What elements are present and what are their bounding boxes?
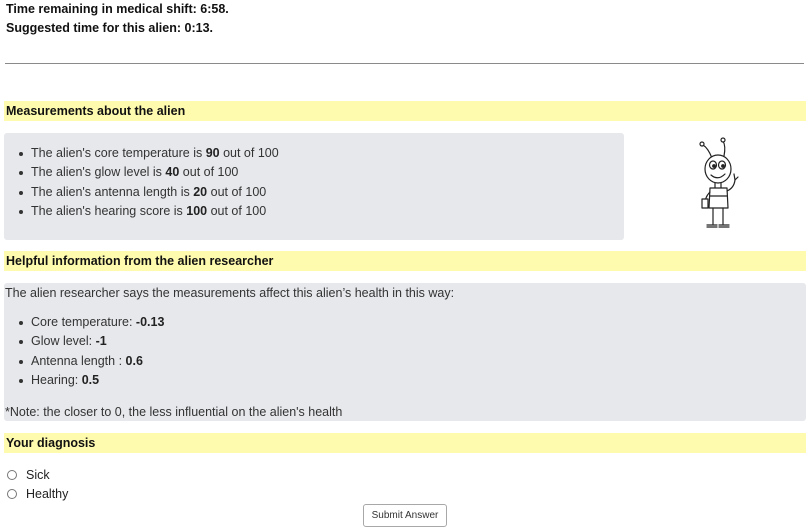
measurement-antenna-length: The alien's antenna length is 20 out of … bbox=[4, 183, 624, 202]
measurement-glow-level: The alien's glow level is 40 out of 100 bbox=[4, 163, 624, 182]
diagnosis-option-sick[interactable]: Sick bbox=[7, 467, 50, 483]
measurement-hearing-score: The alien's hearing score is 100 out of … bbox=[4, 202, 624, 221]
measurement-core-temperature: The alien's core temperature is 90 out o… bbox=[4, 144, 624, 163]
healthy-radio-button[interactable] bbox=[7, 489, 17, 499]
submit-answer-button[interactable]: Submit Answer bbox=[363, 504, 447, 527]
measurements-heading: Measurements about the alien bbox=[4, 101, 806, 121]
suggested-time-text: Suggested time for this alien: 0:13. bbox=[6, 21, 213, 35]
time-remaining-text: Time remaining in medical shift: 6:58. bbox=[6, 2, 229, 16]
weight-glow-level: Glow level: -1 bbox=[4, 332, 164, 351]
helpful-info-panel: The alien researcher says the measuremen… bbox=[4, 283, 806, 421]
diagnosis-option-healthy[interactable]: Healthy bbox=[7, 486, 68, 502]
helpful-info-heading: Helpful information from the alien resea… bbox=[4, 251, 806, 271]
helpful-info-note: *Note: the closer to 0, the less influen… bbox=[5, 405, 343, 419]
header-divider bbox=[5, 63, 804, 64]
sick-radio-button[interactable] bbox=[7, 470, 17, 480]
weight-hearing: Hearing: 0.5 bbox=[4, 371, 164, 390]
weight-antenna-length: Antenna length : 0.6 bbox=[4, 352, 164, 371]
helpful-info-intro: The alien researcher says the measuremen… bbox=[5, 286, 455, 300]
diagnosis-heading: Your diagnosis bbox=[4, 433, 806, 453]
alien-cartoon-icon bbox=[699, 137, 739, 228]
sick-label[interactable]: Sick bbox=[26, 468, 50, 482]
weight-core-temperature: Core temperature: -0.13 bbox=[4, 313, 164, 332]
measurements-panel: The alien's core temperature is 90 out o… bbox=[4, 133, 624, 240]
helpful-info-list: Core temperature: -0.13 Glow level: -1 A… bbox=[4, 313, 164, 390]
measurements-list: The alien's core temperature is 90 out o… bbox=[4, 144, 624, 221]
healthy-label[interactable]: Healthy bbox=[26, 487, 68, 501]
